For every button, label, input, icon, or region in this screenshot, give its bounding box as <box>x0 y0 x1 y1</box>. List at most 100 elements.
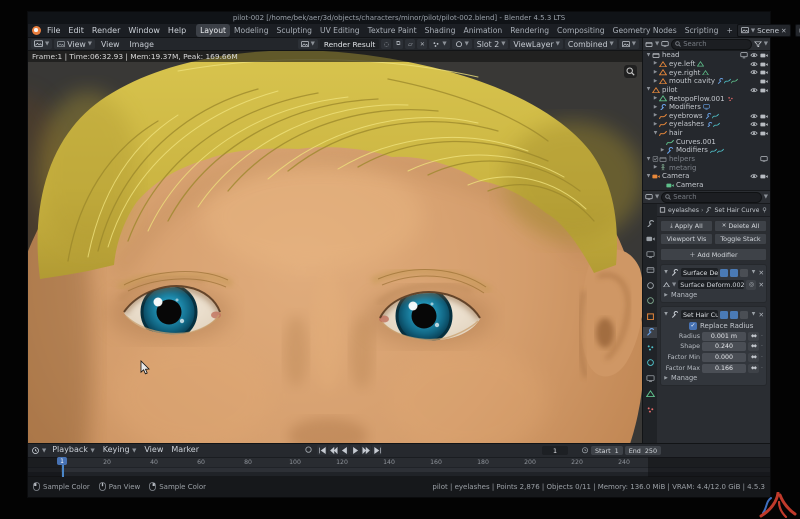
menu-window[interactable]: Window <box>124 24 164 38</box>
workspace-tab-geometry-nodes[interactable]: Geometry Nodes <box>609 24 681 37</box>
play-reverse-button[interactable] <box>339 445 349 455</box>
extras-dropdown-icon[interactable]: ▼ <box>750 312 756 317</box>
properties-tab-tool[interactable] <box>643 218 657 229</box>
workspace-tab-rendering[interactable]: Rendering <box>506 24 553 37</box>
delete-all-button[interactable]: ✕Delete All <box>714 220 767 232</box>
properties-tab-modifiers[interactable] <box>643 327 657 338</box>
expand-icon[interactable]: ▼ <box>645 157 652 162</box>
display-mode-icon[interactable] <box>661 41 669 47</box>
timeline-menu-playback[interactable]: Playback ▼ <box>48 443 98 458</box>
outliner-row-metarig[interactable]: ▶metarig <box>643 163 770 172</box>
close-icon[interactable]: ✕ <box>758 311 764 319</box>
unlink-image-button[interactable]: ✕ <box>417 39 427 49</box>
modifier-name-field[interactable]: Surface Deform <box>681 268 718 277</box>
display-channels-dropdown[interactable]: ▼ <box>619 39 639 49</box>
outliner-row-eyebrows[interactable]: ▶eyebrows <box>643 111 770 120</box>
properties-tab-object[interactable] <box>643 311 657 322</box>
render-result-image[interactable] <box>28 51 642 443</box>
extras-dot[interactable]: · <box>761 333 764 340</box>
outliner-search-input[interactable]: Search <box>671 39 752 50</box>
zoom-tool-button[interactable] <box>624 65 637 78</box>
gizmo-dropdown[interactable]: ▼ <box>429 39 449 49</box>
breadcrumb-modifier[interactable]: Set Hair Curve Profile <box>714 207 759 214</box>
expand-icon[interactable]: ▶ <box>652 96 659 101</box>
layer-dropdown[interactable]: ViewLayer ▼ <box>510 39 562 49</box>
outliner-row-eye-right[interactable]: ▶eye.right <box>643 68 770 77</box>
overlay-dropdown[interactable]: ▼ <box>452 39 472 49</box>
menu-edit[interactable]: Edit <box>64 24 88 38</box>
edit-mode-toggle[interactable] <box>720 311 728 319</box>
expand-icon[interactable]: ▼ <box>645 174 652 179</box>
animate-decorator[interactable]: ◆◆ <box>748 353 759 362</box>
field-value-slider[interactable]: 0.001 m <box>702 332 746 341</box>
workspace-tab-animation[interactable]: Animation <box>460 24 507 37</box>
timeline-menu-keying[interactable]: Keying ▼ <box>99 443 141 458</box>
workspace-tab-layout[interactable]: Layout <box>196 24 230 37</box>
eye-icon[interactable] <box>750 113 758 119</box>
breadcrumb-object[interactable]: eyelashes <box>668 207 699 214</box>
filter-icon[interactable] <box>754 41 762 47</box>
library-icon[interactable]: ◎ <box>746 280 756 290</box>
editor-type-dropdown[interactable]: ▼ <box>31 39 52 49</box>
menu-file[interactable]: File <box>43 24 64 38</box>
new-image-button[interactable]: ⧉ <box>393 39 403 49</box>
outliner-row-modifiers[interactable]: ▶Modifiers <box>643 146 770 155</box>
expand-icon[interactable]: ▼ <box>645 53 652 58</box>
screen-icon[interactable] <box>760 156 768 162</box>
image-name-field[interactable]: Render Result <box>320 39 380 49</box>
expand-icon[interactable]: ▶ <box>652 165 659 170</box>
eye-icon[interactable] <box>750 87 758 93</box>
expand-icon[interactable]: ▼ <box>663 270 669 275</box>
editor-type-icon[interactable] <box>645 194 653 200</box>
blender-icon[interactable] <box>32 26 41 35</box>
properties-tab-world[interactable] <box>643 296 657 307</box>
workspace-tab-shading[interactable]: Shading <box>421 24 460 37</box>
outliner-row-curves-001[interactable]: Curves.001 <box>643 137 770 146</box>
outliner-row-hair[interactable]: ▼hair <box>643 129 770 138</box>
camera-icon[interactable] <box>760 52 768 58</box>
properties-tab-render[interactable] <box>643 234 657 245</box>
prev-keyframe-button[interactable] <box>328 445 338 455</box>
expand-icon[interactable]: ▶ <box>652 79 659 84</box>
eye-icon[interactable] <box>750 130 758 136</box>
outliner-row-camera[interactable]: Camera <box>643 181 770 190</box>
extras-dot[interactable]: · <box>761 354 764 361</box>
expand-icon[interactable]: ▶ <box>652 61 659 66</box>
toggle-stack-button[interactable]: Toggle Stack <box>714 233 767 245</box>
menu-image[interactable]: Image <box>126 40 158 49</box>
field-value-slider[interactable]: 0.000 <box>702 353 746 362</box>
workspace-tab-modeling[interactable]: Modeling <box>230 24 273 37</box>
camera-icon[interactable] <box>760 121 768 127</box>
workspace-tab-sculpting[interactable]: Sculpting <box>273 24 316 37</box>
extras-dropdown-icon[interactable]: ▼ <box>750 270 756 275</box>
viewport-vis-button[interactable]: Viewport Vis <box>660 233 713 245</box>
unlink-scene-icon[interactable]: ✕ <box>781 27 787 35</box>
expand-icon[interactable]: ▶ <box>652 113 659 118</box>
outliner-row-mouth-cavity[interactable]: ▶mouth cavity <box>643 77 770 86</box>
properties-tab-output[interactable] <box>643 249 657 260</box>
scene-selector[interactable]: ▼ Scene ✕ <box>737 24 791 37</box>
timeline-menu-marker[interactable]: Marker <box>167 443 203 458</box>
menu-help[interactable]: Help <box>164 24 190 38</box>
pass-dropdown[interactable]: Combined ▼ <box>565 39 617 49</box>
properties-tab-object-data[interactable] <box>643 389 657 400</box>
render-toggle[interactable] <box>740 269 748 277</box>
eye-icon[interactable] <box>750 173 758 179</box>
extras-dot[interactable]: · <box>761 365 764 372</box>
field-value-slider[interactable]: 0.240 <box>702 342 746 351</box>
properties-search-input[interactable]: Search <box>661 192 762 203</box>
deform-target-field[interactable]: Surface Deform.002 <box>678 280 744 289</box>
expand-icon[interactable]: ▶ <box>659 148 666 153</box>
menu-render[interactable]: Render <box>88 24 124 38</box>
clock-icon[interactable] <box>31 447 40 454</box>
camera-icon[interactable] <box>760 69 768 75</box>
outliner-row-camera[interactable]: ▼Camera <box>643 172 770 181</box>
expand-icon[interactable]: ▼ <box>652 131 659 136</box>
jump-start-button[interactable] <box>317 445 327 455</box>
edit-mode-toggle[interactable] <box>720 269 728 277</box>
next-keyframe-button[interactable] <box>361 445 371 455</box>
camera-icon[interactable] <box>760 113 768 119</box>
auto-keying-button[interactable] <box>304 446 313 453</box>
open-image-button[interactable]: ▱ <box>405 39 415 49</box>
image-browse-dropdown[interactable]: ▼ <box>298 39 318 49</box>
